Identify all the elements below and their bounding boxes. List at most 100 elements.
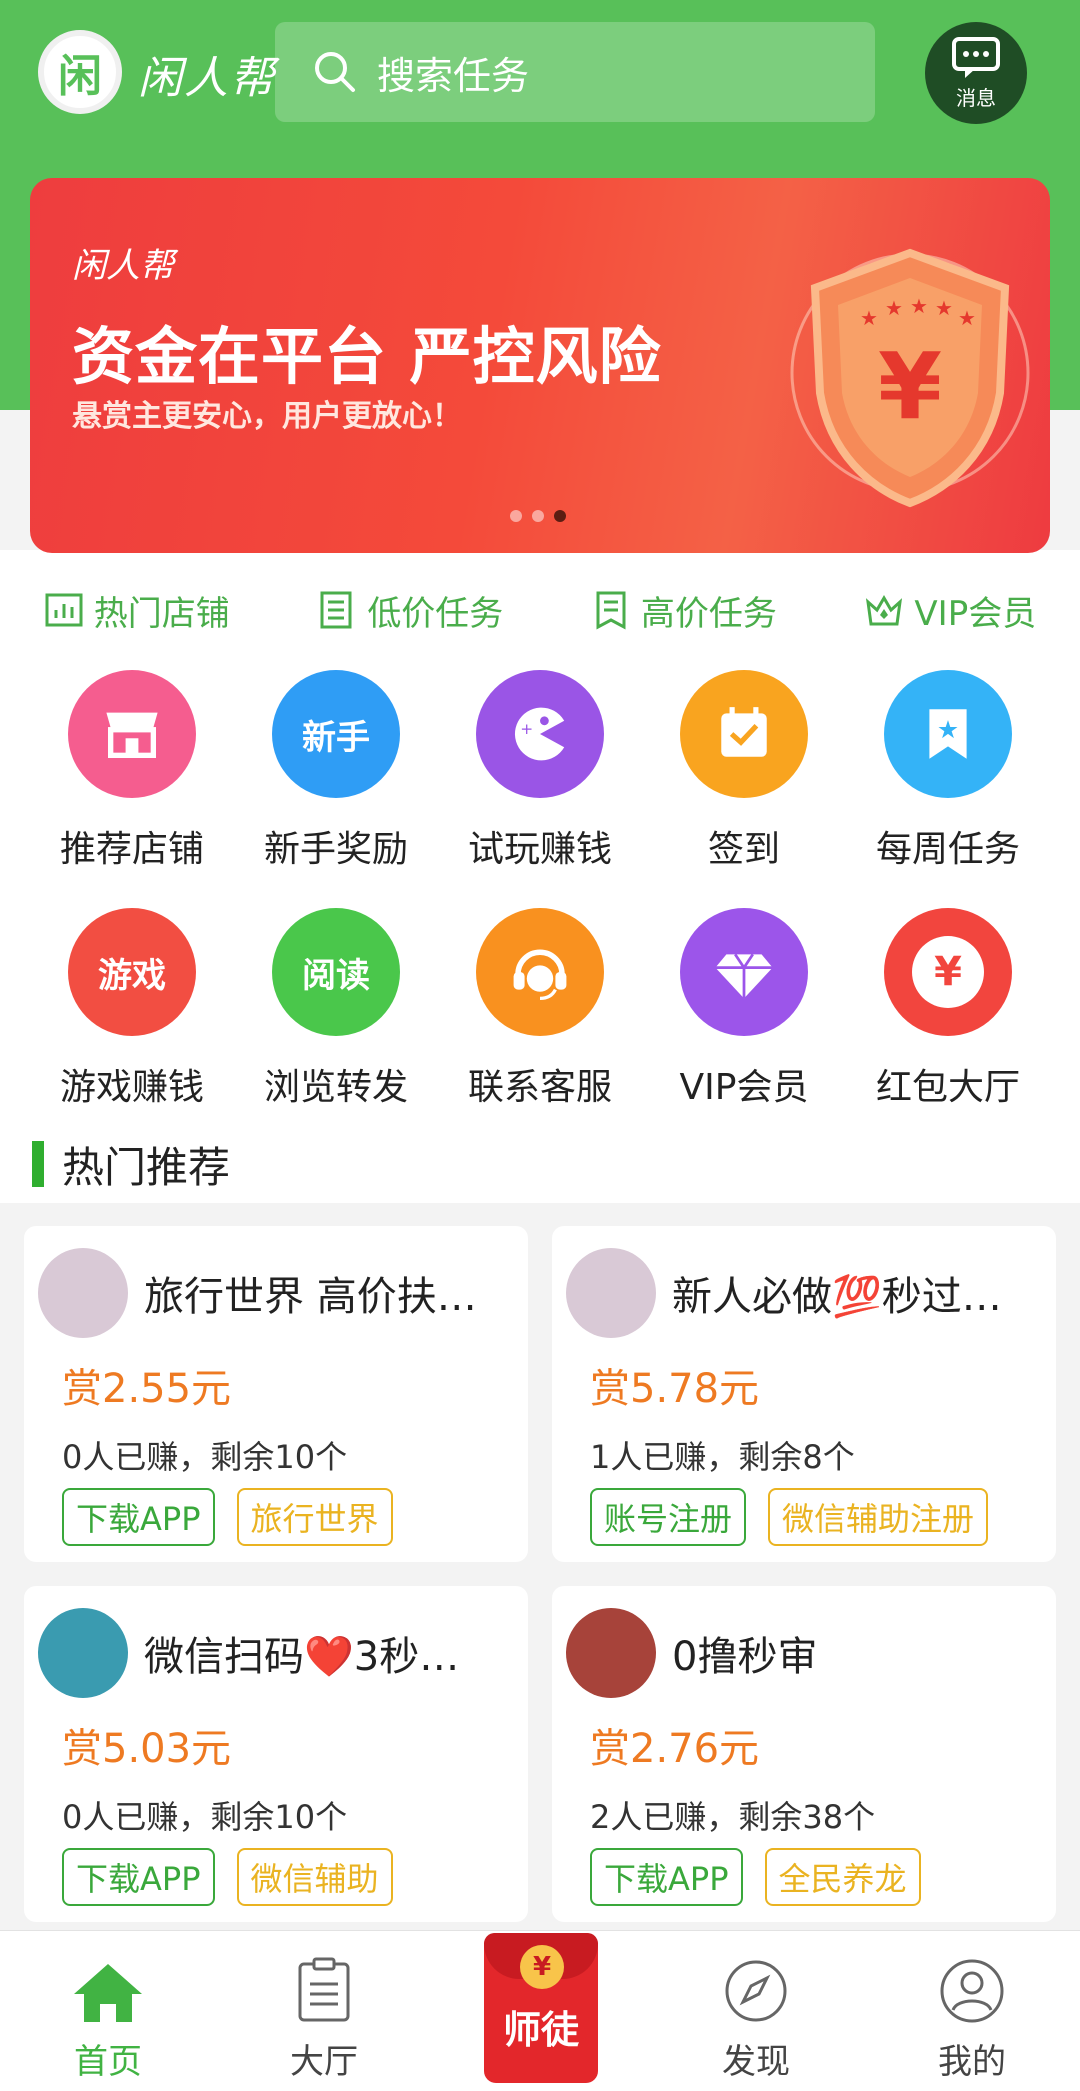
task-tag: 账号注册 (590, 1488, 747, 1546)
task-title: 新人必做💯秒过… (672, 1274, 1002, 1320)
feature-calendar-check[interactable]: 签到 (642, 670, 846, 872)
calendar-check-icon (680, 670, 808, 798)
clipboard-icon (298, 1957, 350, 2022)
banner-dot[interactable] (510, 510, 522, 522)
banner-dot[interactable] (532, 510, 544, 522)
task-card[interactable]: 微信扫码❤️3秒… 赏5.03元 0人已赚，剩余10个 下载APP 微信辅助 (24, 1586, 528, 1922)
feature-icon-text: ¥ (912, 936, 984, 1008)
task-stat: 1人已赚，剩余8个 (590, 1438, 855, 1476)
home-icon (74, 1964, 142, 2022)
feature-pacman[interactable]: + 试玩赚钱 (438, 670, 642, 872)
svg-text:★: ★ (910, 294, 928, 318)
mentor-red-envelope[interactable]: ¥ 师徒 (484, 1933, 598, 2083)
feature-bookmark-star[interactable]: ★ 每周任务 (846, 670, 1050, 872)
feature-gamepad[interactable]: 游戏 游戏赚钱 (30, 908, 234, 1110)
quick-tab-low-price[interactable]: 低价任务 (317, 586, 503, 635)
book-icon: 阅读 (272, 908, 400, 1036)
message-label: 消息 (956, 85, 996, 110)
avatar (566, 1248, 656, 1338)
avatar (38, 1248, 128, 1338)
feature-red-envelope[interactable]: ¥ 红包大厅 (846, 908, 1050, 1110)
feature-label: 游戏赚钱 (59, 1067, 204, 1108)
store-icon (68, 670, 196, 798)
search-placeholder: 搜索任务 (377, 53, 530, 98)
banner-logo: 闲人帮 (72, 246, 174, 286)
tab-mine[interactable]: 我的 (864, 1931, 1080, 2091)
tab-label: 师徒 (502, 2007, 579, 2052)
banner-title: 资金在平台 严控风险 (72, 320, 662, 393)
svg-text:+: + (520, 720, 533, 738)
task-tag: 微信辅助 (236, 1848, 393, 1906)
feature-icon-text: 新手 (302, 717, 370, 758)
task-reward: 赏5.03元 (62, 1726, 232, 1772)
svg-text:★: ★ (937, 715, 959, 744)
task-stat: 2人已赚，剩余38个 (590, 1798, 876, 1836)
user-icon (940, 1959, 1004, 2023)
feature-label: 每周任务 (875, 829, 1020, 870)
bookmark-star-icon: ★ (884, 670, 1012, 798)
task-tag: 微信辅助注册 (768, 1488, 989, 1546)
search-input[interactable]: 搜索任务 (275, 22, 875, 122)
task-card-header: 微信扫码❤️3秒… (38, 1608, 514, 1698)
svg-text:★: ★ (935, 296, 953, 320)
section-accent-bar (32, 1141, 44, 1187)
quick-tab-label: 低价任务 (367, 593, 504, 634)
coin-icon: ¥ (520, 1945, 564, 1989)
shield-icon: ★ ★ ★ ★ ★ ¥ (790, 248, 1030, 508)
tab-label: 发现 (722, 2042, 790, 2082)
task-title: 微信扫码❤️3秒… (144, 1634, 460, 1680)
task-card-grid: 旅行世界 高价扶… 赏2.55元 0人已赚，剩余10个 下载APP 旅行世界 新人必做💯秒… (24, 1226, 1056, 1922)
task-title: 旅行世界 高价扶… (144, 1274, 477, 1320)
feature-grid: 推荐店铺 新手 新手奖励 + 试玩赚钱 签到 ★ 每周任务 游戏 游戏赚钱 阅读 浏览转发 联系客服 VI… (0, 670, 1080, 1110)
quick-tab-vip[interactable]: VIP会员 (864, 586, 1036, 635)
tab-label: 我的 (938, 2042, 1006, 2082)
avatar (38, 1608, 128, 1698)
tab-label: 首页 (74, 2042, 142, 2082)
feature-label: 试玩赚钱 (467, 829, 612, 870)
feature-book[interactable]: 阅读 浏览转发 (234, 908, 438, 1110)
avatar (566, 1608, 656, 1698)
feature-headset[interactable]: 联系客服 (438, 908, 642, 1110)
tab-hall[interactable]: 大厅 (216, 1931, 432, 2091)
app-logo: 闲 (38, 30, 122, 114)
clipboard-icon (596, 591, 626, 630)
message-button[interactable]: 消息 (925, 22, 1027, 124)
feature-diamond[interactable]: VIP会员 (642, 908, 846, 1110)
task-reward: 赏2.76元 (590, 1726, 760, 1772)
quick-tab-hot-stores[interactable]: 热门店铺 (44, 586, 230, 635)
feature-label: 推荐店铺 (59, 829, 204, 870)
task-card[interactable]: 0撸秒审 赏2.76元 2人已赚，剩余38个 下载APP 全民养龙 (552, 1586, 1056, 1922)
task-card-header: 新人必做💯秒过… (566, 1248, 1042, 1338)
banner-pagination (510, 510, 566, 522)
banner-dot[interactable] (554, 510, 566, 522)
task-card[interactable]: 新人必做💯秒过… 赏5.78元 1人已赚，剩余8个账号注册 微信辅助注册 (552, 1226, 1056, 1562)
feature-label: 浏览转发 (263, 1067, 408, 1108)
task-card[interactable]: 旅行世界 高价扶… 赏2.55元 0人已赚，剩余10个 下载APP 旅行世界 (24, 1226, 528, 1562)
task-tag: 下载APP (62, 1848, 215, 1906)
tab-discover[interactable]: 发现 (648, 1931, 864, 2091)
logo-glyph: 闲 (58, 51, 102, 102)
svg-text:★: ★ (885, 296, 903, 320)
task-card-header: 旅行世界 高价扶… (38, 1248, 514, 1338)
tab-label: 大厅 (290, 2042, 358, 2082)
banner-subtitle: 悬赏主更安心，用户更放心！ (72, 399, 462, 434)
section-title: 热门推荐 (62, 1142, 231, 1192)
feature-store[interactable]: 推荐店铺 (30, 670, 234, 872)
promo-banner[interactable]: 闲人帮 资金在平台 严控风险 悬赏主更安心，用户更放心！ ★ ★ ★ ★ ★ ¥ (30, 178, 1050, 553)
feature-newbie[interactable]: 新手 新手奖励 (234, 670, 438, 872)
diamond-icon (680, 908, 808, 1036)
feature-icon-text: 游戏 (98, 955, 166, 996)
task-tags: 下载APP 旅行世界 (62, 1488, 514, 1546)
quick-tab-label: 高价任务 (640, 593, 777, 634)
task-tag: 下载APP (590, 1848, 743, 1906)
headset-icon (476, 908, 604, 1036)
tab-home[interactable]: 首页 (0, 1931, 216, 2091)
task-card-header: 0撸秒审 (566, 1608, 1042, 1698)
document-icon (320, 591, 352, 629)
quick-tabs: 热门店铺 低价任务 高价任务 VIP会员 (0, 580, 1080, 640)
task-reward: 赏5.78元 (590, 1366, 760, 1412)
quick-tab-high-price[interactable]: 高价任务 (591, 586, 777, 635)
feature-label: 签到 (707, 829, 780, 870)
app-name: 闲人帮 (138, 53, 276, 104)
task-reward: 赏2.55元 (62, 1366, 232, 1412)
